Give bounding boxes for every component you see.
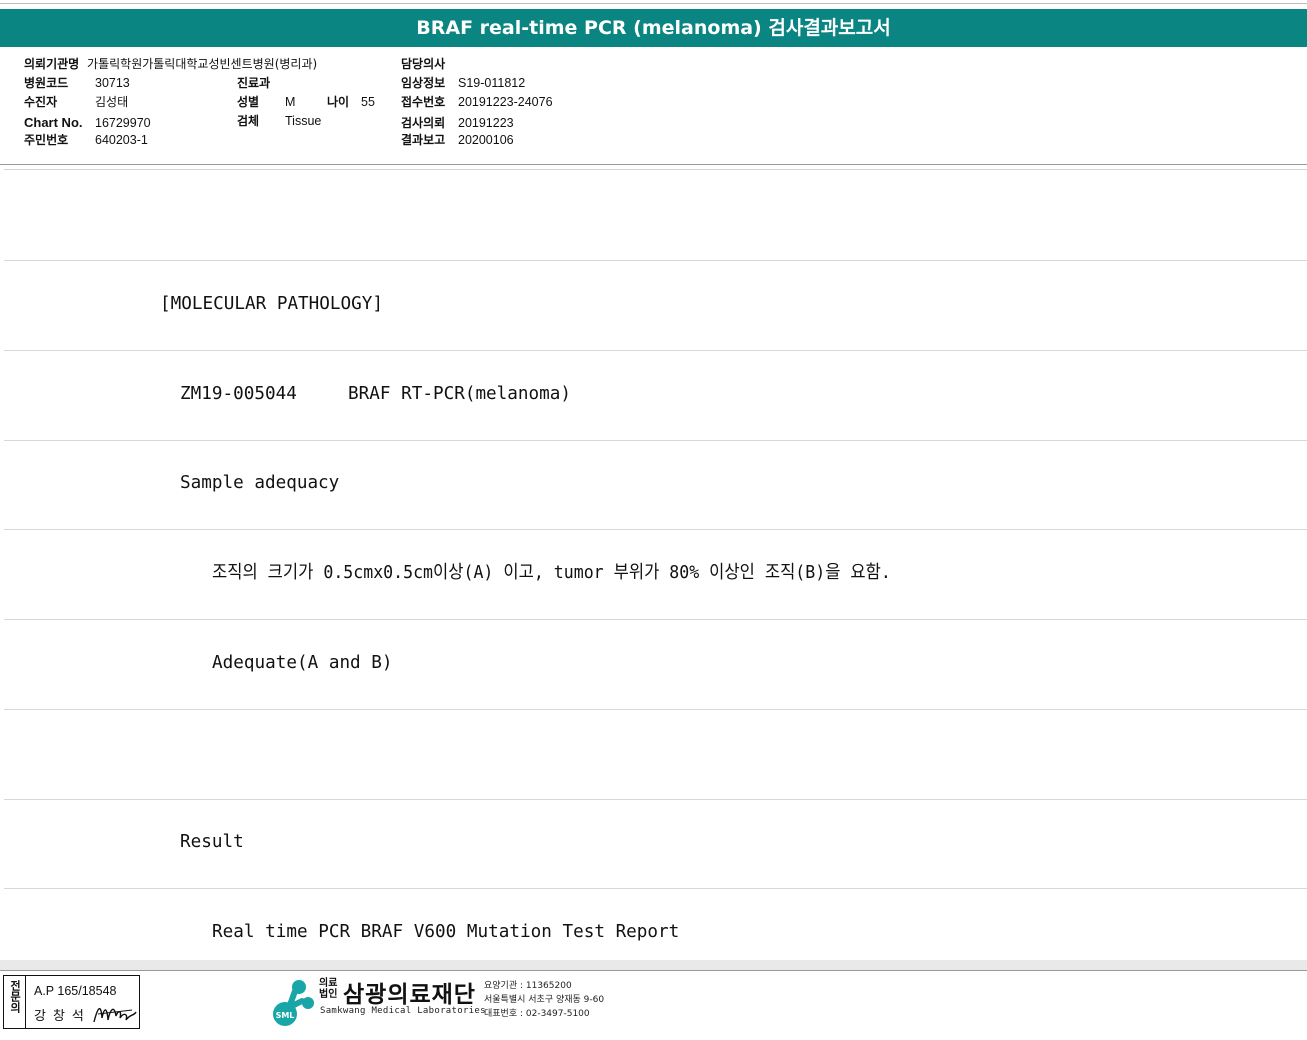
request-date-value: 20191223 — [458, 116, 514, 130]
org-prefix-1: 의료 — [319, 978, 338, 989]
report-title: BRAF real-time PCR (melanoma) 검사결과보고서 — [0, 9, 1307, 47]
specimen-label: 검체 — [237, 114, 260, 128]
patient-label: 수진자 — [24, 95, 58, 109]
row-divider — [4, 529, 1307, 530]
row-divider — [4, 709, 1307, 710]
top-rule — [0, 3, 1307, 4]
clinical-info-label: 임상정보 — [401, 76, 446, 90]
adequacy-result: Adequate(A and B) — [212, 652, 393, 673]
report-date-label: 결과보고 — [401, 133, 446, 147]
pathologist-stamp: 전문의 A.P 165/18548 강창석 — [3, 975, 140, 1029]
org-code: 요양기관 : 11365200 — [484, 981, 572, 991]
stamp-side-label: 전문의 — [4, 976, 26, 1028]
signature-icon — [93, 1008, 137, 1023]
clinical-info-value: S19-011812 — [458, 76, 526, 90]
org-name: 삼광의료재단 — [343, 982, 476, 1008]
doctor-label: 담당의사 — [401, 57, 446, 71]
row-divider — [4, 888, 1307, 889]
institution-value: 가톨릭학원가톨릭대학교성빈센트병원(병리과) — [87, 57, 318, 71]
row-divider — [4, 350, 1307, 351]
institution-row: 의뢰기관명 가톨릭학원가톨릭대학교성빈센트병원(병리과) — [24, 57, 317, 71]
test-name: BRAF RT-PCR(melanoma) — [348, 383, 572, 404]
adequacy-heading: Sample adequacy — [180, 472, 340, 493]
result-title: Real time PCR BRAF V600 Mutation Test Re… — [212, 921, 680, 942]
hospital-code-row: 병원코드 — [24, 76, 68, 90]
report-date-value: 20200106 — [458, 133, 514, 147]
age-label: 나이 — [327, 95, 350, 109]
institution-label: 의뢰기관명 — [24, 57, 80, 71]
hospital-code-value: 30713 — [95, 76, 130, 90]
footer-band — [0, 960, 1307, 970]
adequacy-criteria: 조직의 크기가 0.5cmx0.5cm이상(A) 이고, tumor 부위가 8… — [212, 562, 891, 583]
sex-value: M — [285, 95, 296, 109]
sml-logo-icon: SML — [273, 980, 314, 1026]
specimen-value: Tissue — [285, 114, 322, 128]
row-divider — [4, 799, 1307, 800]
chart-no-value: 16729970 — [95, 116, 151, 130]
org-name-en: Samkwang Medical Laboratories — [320, 1006, 486, 1016]
header-divider — [0, 164, 1307, 165]
receipt-no-label: 접수번호 — [401, 95, 446, 109]
resident-no-label: 주민번호 — [24, 133, 69, 147]
chart-no-label: Chart No. — [24, 115, 83, 130]
section-heading: [MOLECULAR PATHOLOGY] — [160, 293, 384, 314]
row-divider — [4, 260, 1307, 261]
logo-text: SML — [276, 1011, 295, 1020]
org-prefix-2: 법인 — [319, 989, 338, 1000]
patient-value: 김성태 — [95, 95, 129, 109]
request-date-label: 검사의뢰 — [401, 116, 446, 130]
row-divider — [4, 440, 1307, 441]
row-divider — [4, 619, 1307, 620]
result-heading: Result — [180, 831, 244, 852]
stamp-license: A.P 165/18548 — [34, 984, 117, 998]
hospital-code-label: 병원코드 — [24, 76, 69, 90]
receipt-no-value: 20191223-24076 — [458, 95, 553, 109]
footer-divider — [0, 970, 1307, 971]
stamp-name: 강창석 — [34, 1009, 91, 1024]
org-phone: 대표번호 : 02-3497-5100 — [484, 1009, 590, 1019]
org-prefix: 의료 법인 — [319, 978, 337, 1000]
org-address: 서울특별시 서초구 양재동 9-60 — [484, 995, 605, 1005]
department-label: 진료과 — [237, 76, 271, 90]
age-value: 55 — [361, 95, 375, 109]
resident-no-value: 640203-1 — [95, 133, 148, 147]
case-id: ZM19-005044 — [180, 383, 297, 404]
header-divider-inner — [4, 169, 1307, 170]
sex-label: 성별 — [237, 95, 260, 109]
stamp-side-text: 전문의 — [8, 980, 22, 1013]
